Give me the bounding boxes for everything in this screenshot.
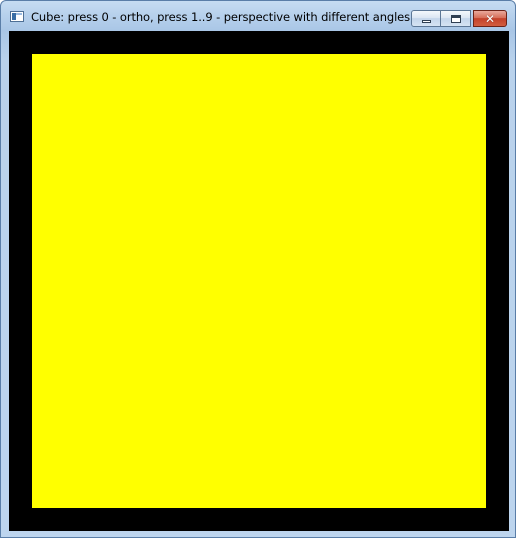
- minimize-icon: [421, 20, 431, 23]
- title-bar[interactable]: Cube: press 0 - ortho, press 1..9 - pers…: [1, 1, 515, 31]
- maximize-icon: [450, 14, 461, 23]
- minimize-button[interactable]: [411, 10, 441, 27]
- close-button[interactable]: ✕: [473, 10, 507, 27]
- cube-face: [32, 54, 486, 508]
- maximize-button[interactable]: [441, 10, 471, 27]
- render-canvas[interactable]: [9, 31, 509, 531]
- window-title: Cube: press 0 - ortho, press 1..9 - pers…: [31, 10, 411, 24]
- close-icon: ✕: [484, 11, 496, 26]
- app-window-icon[interactable]: [10, 11, 24, 22]
- app-window: Cube: press 0 - ortho, press 1..9 - pers…: [0, 0, 516, 538]
